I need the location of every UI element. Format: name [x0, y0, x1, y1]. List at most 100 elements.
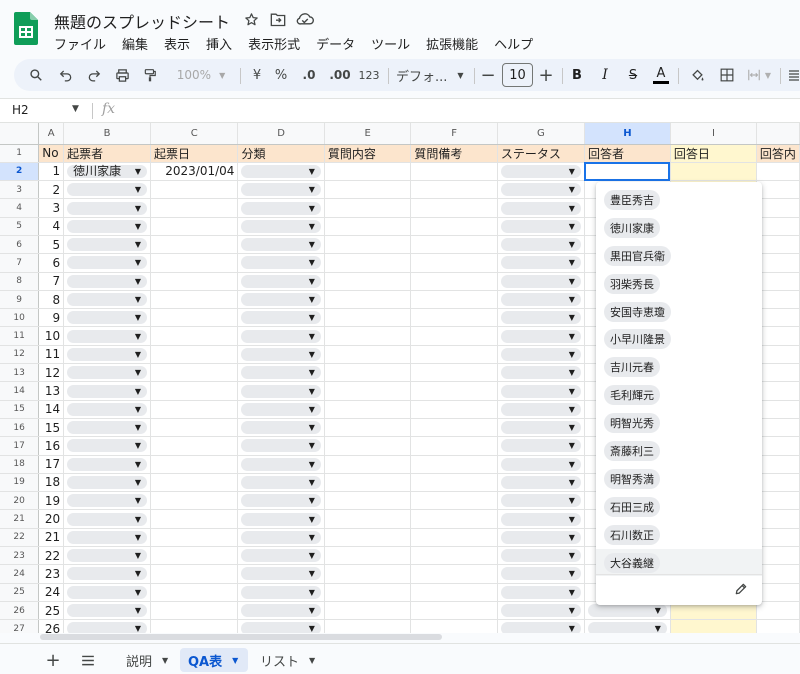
menu-format[interactable]: 表示形式 [240, 33, 308, 55]
grid-cell[interactable] [670, 619, 757, 633]
grid-cell[interactable]: 7 [38, 272, 65, 291]
dropdown-chip[interactable]: ▼ [500, 402, 581, 416]
dropdown-chip[interactable]: ▼ [241, 384, 321, 398]
dropdown-chip[interactable]: ▼ [67, 604, 147, 618]
column-header[interactable]: A [38, 123, 65, 145]
dropdown-chip[interactable]: ▼ [241, 183, 321, 197]
menu-tools[interactable]: ツール [363, 33, 418, 55]
column-header[interactable]: G [497, 123, 585, 145]
grid-cell[interactable] [410, 235, 498, 255]
header-cell[interactable]: No [38, 144, 65, 163]
font-size-input[interactable]: 10 [502, 63, 533, 87]
grid-cell[interactable]: ▼ [63, 400, 151, 419]
grid-cell[interactable]: 24 [38, 583, 65, 602]
grid-cell[interactable]: ▼ [237, 253, 325, 273]
grid-cell[interactable]: 22 [38, 546, 65, 566]
grid-cell[interactable]: ▼ [497, 235, 585, 255]
grid-cell[interactable] [410, 601, 498, 621]
row-header[interactable]: 11 [0, 326, 40, 346]
scrollbar-thumb[interactable] [40, 634, 442, 640]
dropdown-chip[interactable]: ▼ [241, 549, 321, 563]
dropdown-chip[interactable]: ▼ [241, 366, 321, 380]
column-header[interactable]: D [237, 123, 325, 145]
grid-cell[interactable] [150, 546, 239, 566]
grid-cell[interactable] [410, 198, 498, 218]
grid-cell[interactable]: ▼ [63, 180, 151, 200]
grid-cell[interactable]: ▼ [497, 528, 585, 548]
grid-cell[interactable] [756, 235, 800, 255]
dropdown-chip[interactable]: ▼ [241, 421, 321, 435]
dropdown-chip[interactable]: ▼ [67, 384, 147, 398]
grid-cell[interactable]: ▼ [63, 308, 151, 328]
grid-cell[interactable] [756, 436, 800, 456]
dropdown-chip[interactable]: ▼ [500, 347, 581, 361]
row-header[interactable]: 17 [0, 436, 40, 456]
grid-cell[interactable] [410, 253, 498, 273]
grid-cell[interactable] [756, 473, 800, 493]
grid-cell[interactable]: ▼ [237, 619, 325, 633]
grid-cell[interactable] [324, 473, 412, 493]
grid-cell[interactable]: ▼ [237, 217, 325, 236]
grid-cell[interactable] [410, 619, 498, 633]
grid-cell[interactable]: 6 [38, 253, 65, 273]
grid-cell[interactable] [410, 583, 498, 602]
dropdown-chip[interactable]: ▼ [241, 402, 321, 416]
grid-cell[interactable] [324, 491, 412, 511]
grid-cell[interactable]: 9 [38, 308, 65, 328]
grid-cell[interactable] [324, 546, 412, 566]
dropdown-chip[interactable]: ▼ [500, 329, 581, 343]
grid-cell[interactable] [756, 381, 800, 401]
grid-cell[interactable] [410, 363, 498, 383]
dropdown-option[interactable]: 大谷義継 [596, 548, 762, 577]
dropdown-chip[interactable]: ▼ [67, 274, 147, 288]
tab-qa-table[interactable]: QA表 ▼ [180, 648, 248, 672]
dropdown-chip[interactable]: ▼ [241, 439, 321, 453]
grid-cell[interactable] [756, 162, 800, 182]
bold-button[interactable]: B [566, 59, 588, 91]
row-header[interactable]: 2 [0, 162, 40, 182]
grid-cell[interactable] [150, 564, 239, 584]
dropdown-chip[interactable]: ▼ [500, 622, 581, 633]
row-header[interactable]: 8 [0, 272, 40, 291]
row-header[interactable]: 13 [0, 363, 40, 383]
grid-cell[interactable]: ▼ [237, 381, 325, 401]
row-header[interactable]: 25 [0, 583, 40, 602]
text-color-button[interactable]: A [650, 59, 672, 91]
grid-cell[interactable] [324, 217, 412, 236]
grid-cell[interactable]: ▼ [497, 473, 585, 493]
dropdown-chip[interactable]: ▼ [500, 164, 581, 178]
grid-cell[interactable] [324, 528, 412, 548]
grid-cell[interactable] [410, 308, 498, 328]
grid-cell[interactable] [150, 180, 239, 200]
grid-cell[interactable]: ▼ [237, 235, 325, 255]
grid-cell[interactable] [150, 345, 239, 365]
row-header[interactable]: 22 [0, 528, 40, 548]
menu-file[interactable]: ファイル [46, 33, 114, 55]
dropdown-chip[interactable]: ▼ [500, 512, 581, 526]
grid-cell[interactable]: ▼ [584, 619, 671, 633]
grid-cell[interactable] [150, 217, 239, 236]
grid-cell[interactable] [756, 272, 800, 291]
column-header[interactable]: B [63, 123, 151, 145]
menu-edit[interactable]: 編集 [114, 33, 156, 55]
grid-cell[interactable] [756, 546, 800, 566]
strikethrough-button[interactable]: S [622, 59, 644, 91]
grid-cell[interactable] [324, 400, 412, 419]
grid-cell[interactable]: ▼ [497, 308, 585, 328]
grid-cell[interactable] [150, 509, 239, 529]
grid-cell[interactable]: ▼ [237, 363, 325, 383]
decrease-font-size-button[interactable]: − [478, 59, 498, 91]
grid-cell[interactable]: ▼ [237, 601, 325, 621]
grid-cell[interactable]: 4 [38, 217, 65, 236]
dropdown-chip[interactable]: ▼ [500, 293, 581, 307]
row-header[interactable]: 10 [0, 308, 40, 328]
grid-cell[interactable] [324, 418, 412, 438]
grid-cell[interactable]: ▼ [63, 253, 151, 273]
grid-cell[interactable]: ▼ [497, 583, 585, 602]
dropdown-option[interactable]: 毛利輝元 [596, 381, 762, 409]
grid-cell[interactable] [324, 235, 412, 255]
dropdown-chip[interactable]: ▼ [500, 238, 581, 252]
dropdown-chip[interactable]: ▼ [500, 494, 581, 508]
grid-cell[interactable]: 16 [38, 436, 65, 456]
grid-cell[interactable] [324, 308, 412, 328]
